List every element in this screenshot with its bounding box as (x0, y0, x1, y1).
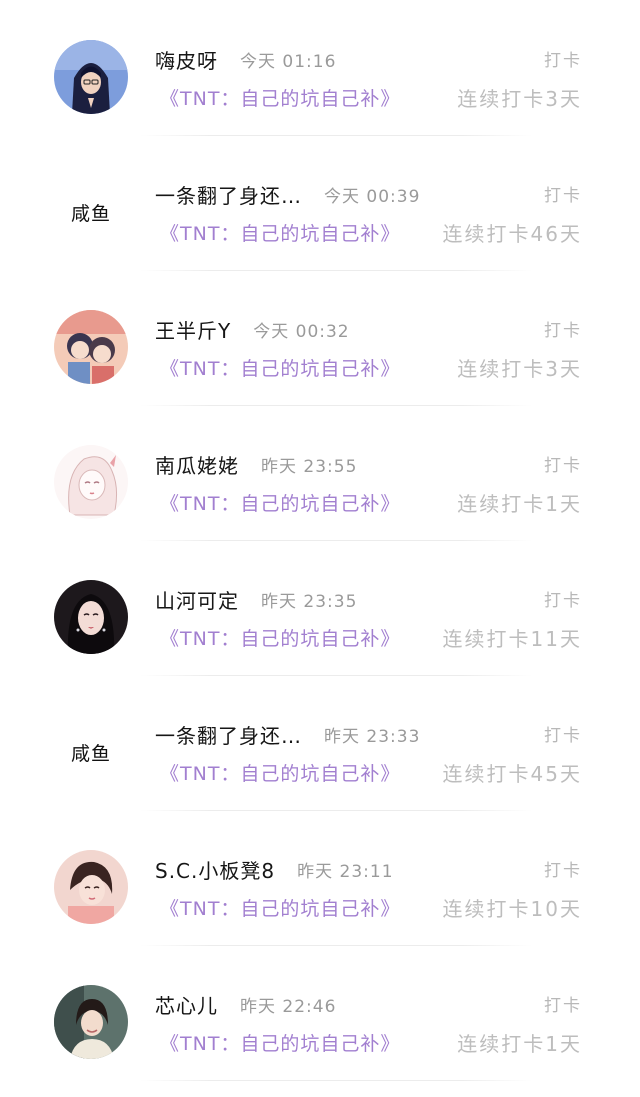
avatar[interactable] (54, 40, 128, 114)
username[interactable]: 嗨皮呀 (155, 45, 218, 74)
streak-count: 连续打卡3天 (457, 357, 582, 381)
timestamp: 昨天 22:46 (240, 996, 337, 1017)
username[interactable]: 一条翻了身还… (155, 180, 302, 209)
list-item[interactable]: 咸鱼 一条翻了身还… 今天 00:39 打卡 《TNT：自己的坑自己补》 连续打… (0, 141, 640, 276)
hooded-figure-icon (54, 40, 128, 114)
avatar[interactable] (54, 445, 128, 519)
divider (140, 405, 532, 406)
avatar[interactable] (54, 985, 128, 1059)
checkin-tag: 打卡 (544, 591, 582, 611)
book-title-link[interactable]: 《TNT：自己的坑自己补》 (160, 354, 400, 381)
list-item[interactable]: 山河可定 昨天 23:35 打卡 《TNT：自己的坑自己补》 连续打卡11天 (0, 546, 640, 681)
avatar[interactable] (54, 580, 128, 654)
book-title-link[interactable]: 《TNT：自己的坑自己补》 (160, 759, 400, 786)
avatar-text: 咸鱼 (70, 742, 111, 765)
divider (140, 270, 532, 271)
timestamp: 今天 00:32 (253, 321, 350, 342)
avatar[interactable] (54, 850, 128, 924)
checkin-tag: 打卡 (544, 456, 582, 476)
list-item[interactable]: 王半斤Y 今天 00:32 打卡 《TNT：自己的坑自己补》 连续打卡3天 (0, 276, 640, 411)
checkin-tag: 打卡 (544, 321, 582, 341)
checkin-tag: 打卡 (544, 861, 582, 881)
timestamp: 昨天 23:35 (261, 591, 358, 612)
list-item[interactable]: 南瓜姥姥 昨天 23:55 打卡 《TNT：自己的坑自己补》 连续打卡1天 (0, 411, 640, 546)
username[interactable]: 王半斤Y (155, 315, 231, 344)
list-item[interactable]: 嗨皮呀 今天 01:16 打卡 《TNT：自己的坑自己补》 连续打卡3天 (0, 6, 640, 141)
checkin-tag: 打卡 (544, 726, 582, 746)
book-title-link[interactable]: 《TNT：自己的坑自己补》 (160, 84, 400, 111)
username[interactable]: 南瓜姥姥 (155, 450, 239, 479)
book-title-link[interactable]: 《TNT：自己的坑自己补》 (160, 624, 400, 651)
streak-count: 连续打卡10天 (442, 897, 582, 921)
book-title-link[interactable]: 《TNT：自己的坑自己补》 (160, 489, 400, 516)
checkin-tag: 打卡 (544, 996, 582, 1016)
username[interactable]: S.C.小板凳8 (155, 855, 275, 884)
streak-count: 连续打卡46天 (442, 222, 582, 246)
book-title-link[interactable]: 《TNT：自己的坑自己补》 (160, 1029, 400, 1056)
divider (140, 135, 532, 136)
timestamp: 今天 00:39 (324, 186, 421, 207)
divider (140, 810, 532, 811)
checkin-list: 嗨皮呀 今天 01:16 打卡 《TNT：自己的坑自己补》 连续打卡3天 咸鱼 … (0, 6, 640, 1086)
streak-count: 连续打卡1天 (457, 492, 582, 516)
avatar-text: 咸鱼 (70, 202, 111, 225)
list-item[interactable]: 芯心儿 昨天 22:46 打卡 《TNT：自己的坑自己补》 连续打卡1天 (0, 951, 640, 1086)
streak-count: 连续打卡3天 (457, 87, 582, 111)
username[interactable]: 一条翻了身还… (155, 720, 302, 749)
streak-count: 连续打卡11天 (442, 627, 582, 651)
checkin-tag: 打卡 (544, 186, 582, 206)
divider (140, 945, 532, 946)
streak-count: 连续打卡45天 (442, 762, 582, 786)
list-item[interactable]: S.C.小板凳8 昨天 23:11 打卡 《TNT：自己的坑自己补》 连续打卡1… (0, 816, 640, 951)
cartoon-duo-icon (54, 310, 128, 384)
timestamp: 昨天 23:55 (261, 456, 358, 477)
sketch-girl-icon (54, 445, 128, 519)
username[interactable]: 山河可定 (155, 585, 239, 614)
timestamp: 昨天 23:11 (297, 861, 394, 882)
streak-count: 连续打卡1天 (457, 1032, 582, 1056)
timestamp: 今天 01:16 (240, 51, 337, 72)
divider (140, 540, 532, 541)
list-item[interactable]: 咸鱼 一条翻了身还… 昨天 23:33 打卡 《TNT：自己的坑自己补》 连续打… (0, 681, 640, 816)
divider (140, 675, 532, 676)
checkin-tag: 打卡 (544, 51, 582, 71)
photo-person-icon (54, 985, 128, 1059)
timestamp: 昨天 23:33 (324, 726, 421, 747)
avatar[interactable]: 咸鱼 (54, 715, 128, 789)
pink-girl-icon (54, 850, 128, 924)
avatar[interactable]: 咸鱼 (54, 175, 128, 249)
book-title-link[interactable]: 《TNT：自己的坑自己补》 (160, 894, 400, 921)
username[interactable]: 芯心儿 (155, 990, 218, 1019)
avatar[interactable] (54, 310, 128, 384)
book-title-link[interactable]: 《TNT：自己的坑自己补》 (160, 219, 400, 246)
divider (140, 1080, 532, 1081)
dark-hair-girl-icon (54, 580, 128, 654)
